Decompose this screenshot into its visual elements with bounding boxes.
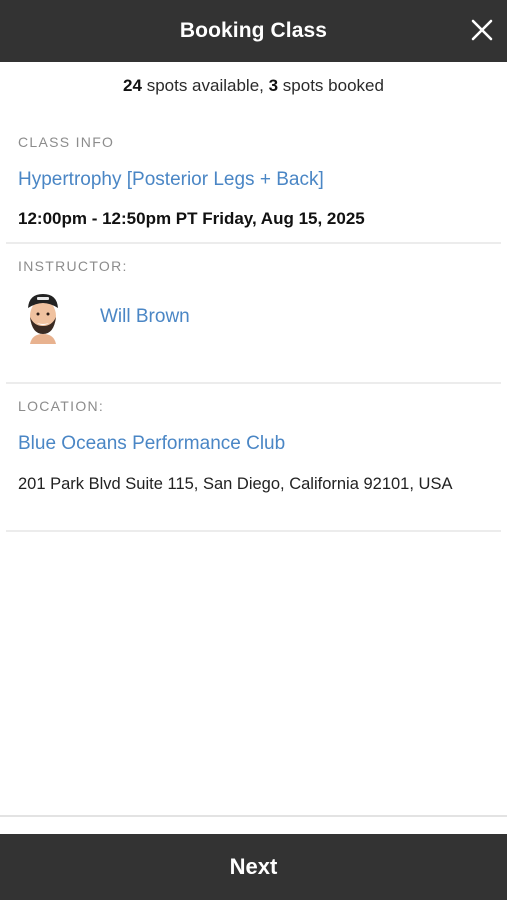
instructor-label: INSTRUCTOR: xyxy=(18,258,128,274)
spots-booked-text: spots booked xyxy=(278,76,384,95)
spots-available-count: 24 xyxy=(123,76,142,95)
avatar-icon xyxy=(28,294,58,344)
class-time: 12:00pm - 12:50pm PT Friday, Aug 15, 202… xyxy=(18,209,365,228)
close-button[interactable] xyxy=(467,14,497,46)
footer-divider xyxy=(0,815,507,817)
page-title: Booking Class xyxy=(179,19,328,42)
divider xyxy=(6,382,501,384)
availability-summary: 24 spots available, 3 spots booked xyxy=(0,76,507,96)
next-button[interactable]: Next xyxy=(0,834,507,900)
instructor-avatar[interactable] xyxy=(22,290,64,344)
close-icon xyxy=(471,19,493,41)
spots-booked-count: 3 xyxy=(268,76,279,95)
class-name-link[interactable]: Hypertrophy [Posterior Legs + Back] xyxy=(18,169,324,191)
location-label: LOCATION: xyxy=(18,398,105,414)
divider xyxy=(6,242,501,244)
spots-available-text: spots available, xyxy=(141,76,269,95)
location-address: 201 Park Blvd Suite 115, San Diego, Cali… xyxy=(18,475,453,493)
instructor-name-link[interactable]: Will Brown xyxy=(100,306,190,328)
class-info-label: CLASS INFO xyxy=(18,134,115,150)
divider xyxy=(6,530,501,532)
header-bar: Booking Class xyxy=(0,0,507,62)
location-name-link[interactable]: Blue Oceans Performance Club xyxy=(18,433,285,455)
